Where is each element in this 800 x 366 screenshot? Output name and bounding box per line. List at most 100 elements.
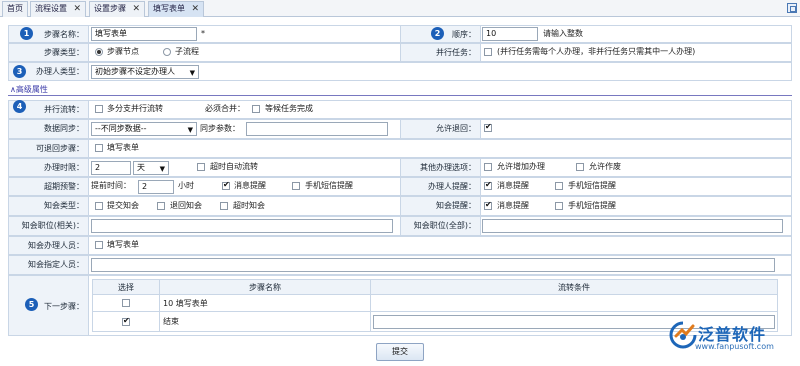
table-row-condition xyxy=(370,294,778,312)
chevron-down-icon: ▼ xyxy=(187,126,193,134)
next-step-label: 下一步骤： xyxy=(8,275,89,336)
close-icon[interactable]: ✕ xyxy=(191,2,199,16)
tab-fill-form[interactable]: 填写表单 ✕ xyxy=(148,1,204,17)
time-limit-label: 办理时限： xyxy=(8,158,89,177)
notify-post-all-label: 知会职位(全部)： xyxy=(400,216,481,236)
step-badge: 5 xyxy=(25,298,38,311)
table-row-step-name: 10 填写表单 xyxy=(159,294,371,312)
maximize-icon[interactable] xyxy=(787,3,797,13)
overtime-alert-label: 超期预警： xyxy=(8,177,89,196)
notify-post-related-input[interactable] xyxy=(91,219,393,233)
notify-handler-label: 知会办理人员： xyxy=(8,236,89,255)
parallel-task-label: 并行任务： xyxy=(400,43,481,62)
parallel-task-checkbox[interactable] xyxy=(484,48,492,56)
return-notify-checkbox[interactable] xyxy=(157,202,165,210)
time-limit-input[interactable]: 2 xyxy=(91,161,131,175)
notify-sms-checkbox[interactable] xyxy=(555,202,563,210)
data-sync-value: --不同步数据-- xyxy=(95,124,147,133)
close-icon[interactable]: ✕ xyxy=(132,2,140,16)
step-badge: 3 xyxy=(13,65,26,78)
tab-flow-settings[interactable]: 流程设置 ✕ xyxy=(30,1,86,17)
tab-bar: 首页 流程设置 ✕ 设置步骤 ✕ 填写表单 ✕ xyxy=(0,0,800,17)
handler-type-value: 初始步骤不设定办理人 xyxy=(95,67,175,76)
notify-sms-text: 手机短信提醒 xyxy=(568,201,616,210)
step-type-radio-node[interactable] xyxy=(95,48,103,56)
chevron-down-icon: ▼ xyxy=(189,69,195,77)
column-header-select: 选择 xyxy=(92,279,160,295)
submit-button[interactable]: 提交 xyxy=(376,343,424,361)
hour-text: 小时 xyxy=(178,181,194,190)
data-sync-select[interactable]: --不同步数据-- ▼ xyxy=(91,122,197,136)
brand-watermark: 泛普软件 www.fanpusoft.com xyxy=(668,316,800,364)
chevron-down-icon: ▼ xyxy=(159,165,165,173)
step-badge: 2 xyxy=(431,27,444,40)
sync-param-input[interactable] xyxy=(246,122,388,136)
allow-void-text: 允许作废 xyxy=(589,162,621,171)
tab-label: 首页 xyxy=(7,4,23,13)
advance-time-input[interactable]: 2 xyxy=(138,180,174,194)
handler-sms-text: 手机短信提醒 xyxy=(568,181,616,190)
step-badge: 4 xyxy=(13,100,26,113)
advanced-section-header[interactable]: ∧高级属性 xyxy=(8,85,792,96)
tab-label: 流程设置 xyxy=(35,4,67,13)
overtime-notify-text: 超时知会 xyxy=(233,201,265,210)
divider xyxy=(8,95,792,96)
time-unit-value: 天 xyxy=(137,163,145,172)
submit-notify-checkbox[interactable] xyxy=(95,202,103,210)
returnable-steps-cell xyxy=(88,139,792,158)
handler-sms-checkbox[interactable] xyxy=(555,182,563,190)
notify-person-input[interactable] xyxy=(91,258,775,272)
overtime-notify-checkbox[interactable] xyxy=(220,202,228,210)
notify-handler-text: 填写表单 xyxy=(107,240,139,249)
tab-set-steps[interactable]: 设置步骤 ✕ xyxy=(89,1,145,17)
allow-return-label: 允许退回： xyxy=(400,119,481,139)
column-header-condition: 流转条件 xyxy=(370,279,778,295)
step-type-option-node: 步骤节点 xyxy=(107,47,139,56)
multi-branch-checkbox[interactable] xyxy=(95,105,103,113)
overtime-sms-text: 手机短信提醒 xyxy=(305,181,353,190)
notify-handler-cell xyxy=(88,236,792,255)
notify-msg-checkbox[interactable] xyxy=(484,200,492,210)
returnable-step-checkbox[interactable] xyxy=(95,144,103,152)
sync-param-label: 同步参数： xyxy=(200,124,240,133)
step-name-input[interactable]: 填写表单 xyxy=(91,27,197,41)
time-unit-select[interactable]: 天 ▼ xyxy=(133,161,169,175)
parallel-flow-cell xyxy=(88,100,792,119)
returnable-step-text: 填写表单 xyxy=(107,143,139,152)
close-icon[interactable]: ✕ xyxy=(73,2,81,16)
step-type-radio-subflow[interactable] xyxy=(163,48,171,56)
advance-time-label: 提前时间： xyxy=(91,181,131,190)
order-input[interactable]: 10 xyxy=(482,27,538,41)
tab-home[interactable]: 首页 xyxy=(2,1,28,17)
timeout-auto-checkbox[interactable] xyxy=(197,163,205,171)
wait-complete-text: 等候任务完成 xyxy=(265,104,313,113)
parallel-task-text: (并行任务需每个人办理，非并行任务只需其中一人办理) xyxy=(497,47,696,56)
order-hint: 请输入整数 xyxy=(543,29,583,38)
timeout-auto-text: 超时自动流转 xyxy=(210,162,258,171)
overtime-msg-checkbox[interactable] xyxy=(222,180,230,190)
allow-void-checkbox[interactable] xyxy=(576,163,584,171)
returnable-steps-label: 可退回步骤： xyxy=(8,139,89,158)
notify-type-label: 知会类型： xyxy=(8,196,89,216)
overtime-msg-text: 消息提醒 xyxy=(234,181,266,190)
overtime-sms-checkbox[interactable] xyxy=(292,182,300,190)
notify-post-all-input[interactable] xyxy=(482,219,783,233)
allow-return-checkbox[interactable] xyxy=(484,122,492,132)
next-step-checkbox[interactable] xyxy=(122,316,130,326)
multi-branch-text: 多分支并行流转 xyxy=(107,104,163,113)
next-step-checkbox[interactable] xyxy=(122,299,130,307)
handler-msg-checkbox[interactable] xyxy=(484,180,492,190)
handler-type-select[interactable]: 初始步骤不设定办理人 ▼ xyxy=(91,65,199,79)
notify-person-label: 知会指定人员： xyxy=(8,255,89,275)
handler-msg-text: 消息提醒 xyxy=(497,181,529,190)
table-row-step-name: 结束 xyxy=(159,311,371,332)
wait-complete-checkbox[interactable] xyxy=(252,105,260,113)
step-badge: 1 xyxy=(20,27,33,40)
brand-url: www.fanpusoft.com xyxy=(695,342,774,351)
required-mark: * xyxy=(201,29,205,38)
allow-add-handler-checkbox[interactable] xyxy=(484,163,492,171)
handler-remind-label: 办理人提醒： xyxy=(400,177,481,196)
must-merge-label: 必须合并： xyxy=(205,104,245,113)
notify-handler-checkbox[interactable] xyxy=(95,241,103,249)
submit-notify-text: 提交知会 xyxy=(107,201,139,210)
